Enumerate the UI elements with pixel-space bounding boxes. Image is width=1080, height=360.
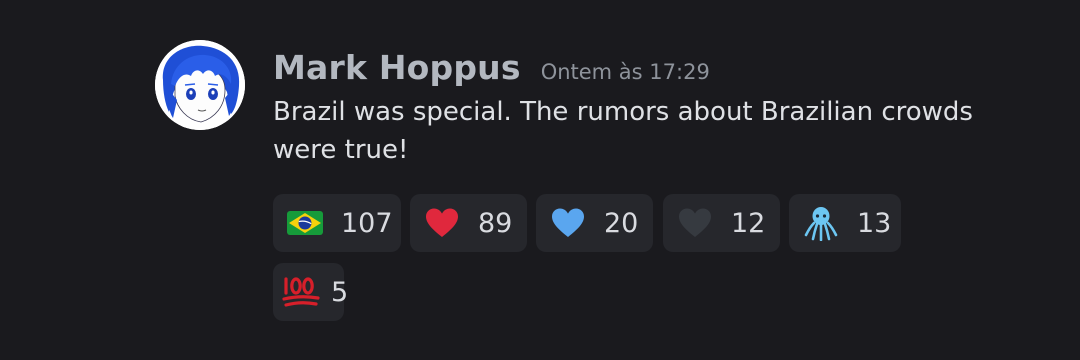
message-header: Mark Hoppus Ontem às 17:29 [273, 48, 710, 88]
reaction-blue-heart[interactable]: 20 [536, 194, 653, 252]
reaction-count: 13 [857, 207, 892, 239]
anime-girl-avatar-icon [155, 40, 245, 130]
reaction-count: 12 [731, 207, 766, 239]
red-heart-icon [422, 206, 462, 240]
reaction-count: 107 [341, 207, 393, 239]
reaction-count: 5 [331, 276, 349, 308]
blue-heart-icon [548, 206, 588, 240]
reaction-count: 89 [478, 207, 513, 239]
reaction-hundred-points[interactable]: 5 [273, 263, 348, 321]
message-content: Brazil was special. The rumors about Bra… [273, 97, 973, 165]
timestamp[interactable]: Ontem às 17:29 [541, 60, 710, 84]
reaction-brazil-flag[interactable]: 107 [273, 194, 401, 252]
avatar[interactable] [155, 40, 245, 130]
chat-message: Mark Hoppus Ontem às 17:29 Brazil was sp… [155, 40, 1055, 340]
black-heart-icon [675, 206, 715, 240]
hundred-points-icon [281, 275, 321, 309]
reaction-red-heart[interactable]: 89 [410, 194, 527, 252]
username[interactable]: Mark Hoppus [273, 48, 521, 87]
brazil-flag-icon [285, 206, 325, 240]
reaction-octopus[interactable]: 13 [789, 194, 901, 252]
reaction-black-heart[interactable]: 12 [663, 194, 780, 252]
reaction-count: 20 [604, 207, 639, 239]
octopus-icon [801, 206, 841, 241]
